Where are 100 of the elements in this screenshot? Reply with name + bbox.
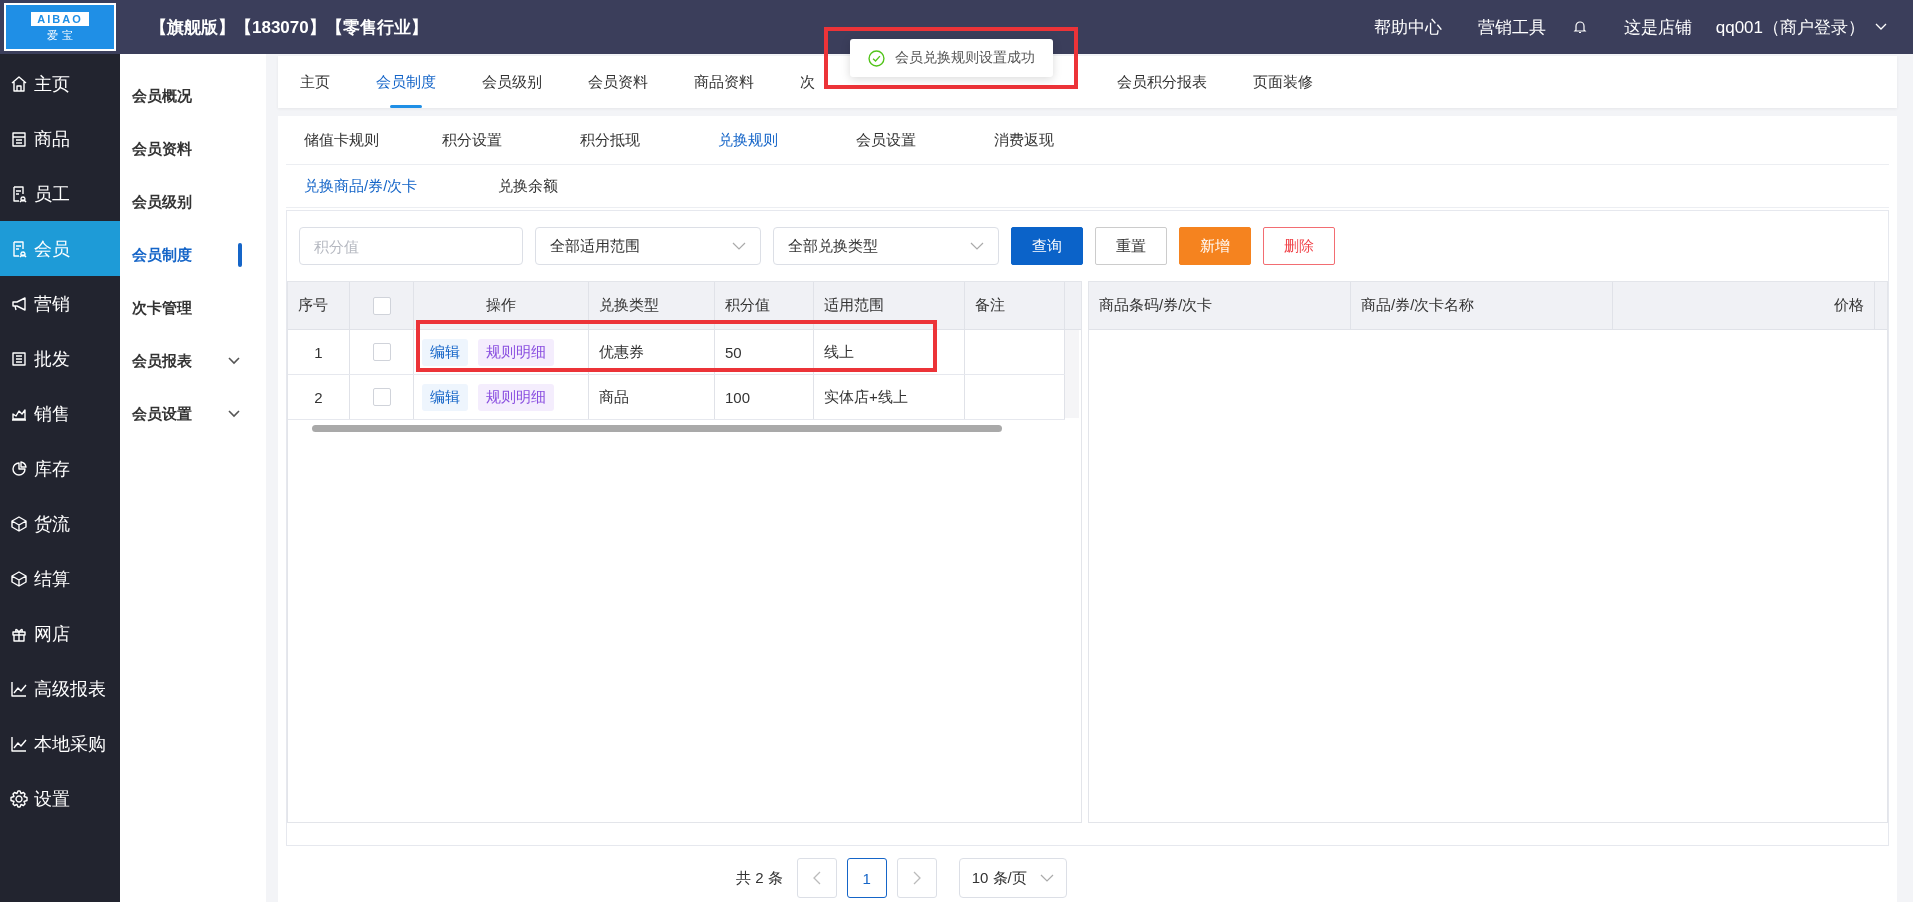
active-indicator xyxy=(238,243,242,267)
submenu-item[interactable]: 会员制度 xyxy=(132,246,192,265)
store-icon xyxy=(10,129,28,148)
previous-page-button[interactable] xyxy=(796,858,837,898)
tab[interactable]: 主页 xyxy=(300,56,330,108)
row-action-button[interactable]: 编辑 xyxy=(422,338,468,366)
tab[interactable]: 会员资料 xyxy=(588,56,648,108)
column-header: 商品条码/券/次卡 xyxy=(1089,282,1351,329)
column-header: 兑换类型 xyxy=(589,282,715,329)
page-button[interactable]: 1 xyxy=(846,858,887,898)
chevron-icon[interactable] xyxy=(228,410,240,418)
chevron-left-icon xyxy=(812,871,821,885)
chevron-icon xyxy=(732,242,746,250)
tab[interactable]: 商品资料 xyxy=(694,56,754,108)
column-header: 操作 xyxy=(414,282,589,329)
sub-tab[interactable]: 储值卡规则 xyxy=(304,130,442,150)
table-cell: 实体店+线上 xyxy=(814,375,965,419)
chevron-icon xyxy=(970,242,984,250)
user-menu[interactable]: qq001（商户登录） xyxy=(1715,15,1865,39)
chevron-icon xyxy=(1039,874,1054,882)
cube-icon xyxy=(10,569,28,588)
checkbox[interactable] xyxy=(372,388,391,406)
table-cell: 商品 xyxy=(589,375,715,419)
tab[interactable]: 会员级别 xyxy=(482,56,542,108)
store-link[interactable]: 这是店铺 xyxy=(1623,15,1692,39)
column-header: 适用范围 xyxy=(814,282,965,329)
vertical-scrollbar[interactable] xyxy=(1065,330,1079,418)
points-field[interactable]: 积分值 xyxy=(299,227,523,265)
column-header: 备注 xyxy=(965,282,1065,329)
id-card-icon xyxy=(10,239,28,258)
sidebar-item[interactable]: 本地采购 xyxy=(0,716,120,771)
tab[interactable]: 次 xyxy=(800,56,815,108)
cube-icon xyxy=(10,514,28,533)
action-button[interactable]: 查询 xyxy=(1011,227,1083,265)
header-link[interactable]: 帮助中心 xyxy=(1373,15,1442,39)
settings-icon xyxy=(10,789,28,808)
sub-tab[interactable]: 积分抵现 xyxy=(580,130,718,150)
sub-tab[interactable]: 兑换余额 xyxy=(498,176,692,196)
submenu-item[interactable]: 会员概况 xyxy=(132,87,192,106)
column-header: 序号 xyxy=(288,282,350,329)
id-card-icon xyxy=(10,184,28,203)
row-action-button[interactable]: 编辑 xyxy=(422,383,468,411)
caret-icon[interactable] xyxy=(1875,23,1887,31)
sidebar-item[interactable]: 高级报表 xyxy=(0,661,120,716)
submenu-item[interactable]: 次卡管理 xyxy=(132,299,192,318)
type-select[interactable]: 全部兑换类型 xyxy=(773,227,999,265)
check-circle-icon xyxy=(867,49,885,67)
column-header: 价格 xyxy=(1613,282,1875,329)
next-page-button[interactable] xyxy=(896,858,937,898)
checkbox[interactable] xyxy=(372,296,391,315)
sub-tab[interactable]: 兑换商品/券/次卡 xyxy=(304,176,498,196)
sidebar-item[interactable]: 主页 xyxy=(0,56,120,111)
sub-tab[interactable]: 消费返现 xyxy=(994,130,1132,150)
toast-message: 会员兑换规则设置成功 xyxy=(894,49,1035,67)
sub-tab[interactable]: 会员设置 xyxy=(856,130,994,150)
table-cell: 优惠券 xyxy=(589,330,715,374)
bell-icon[interactable] xyxy=(1571,19,1588,35)
submenu-item[interactable]: 会员报表 xyxy=(132,352,192,371)
sidebar-item[interactable]: 营销 xyxy=(0,276,120,331)
sub-tab[interactable]: 积分设置 xyxy=(442,130,580,150)
table-cell: 100 xyxy=(715,375,814,419)
submenu-item[interactable]: 会员设置 xyxy=(132,405,192,424)
edition-title: 【旗舰版】【183070】【零售行业】 xyxy=(150,16,428,39)
table-cell: 1 xyxy=(288,330,350,374)
table-cell: 2 xyxy=(288,375,350,419)
sidebar-item[interactable]: 设置 xyxy=(0,771,120,826)
chevron-right-icon xyxy=(912,871,921,885)
tab[interactable]: 页面装修 xyxy=(1253,56,1313,108)
sidebar-item[interactable]: 网店 xyxy=(0,606,120,661)
megaphone-icon xyxy=(10,294,28,313)
header-link[interactable]: 营销工具 xyxy=(1477,15,1546,39)
column-header: 商品/券/次卡名称 xyxy=(1351,282,1613,329)
action-button[interactable]: 删除 xyxy=(1263,227,1335,265)
tab[interactable]: 会员积分报表 xyxy=(1117,56,1207,108)
submenu-item[interactable]: 会员级别 xyxy=(132,193,192,212)
sidebar-item[interactable]: 货流 xyxy=(0,496,120,551)
line-chart-icon xyxy=(10,734,28,753)
page-size-select[interactable]: 10 条/页 xyxy=(958,858,1067,898)
sidebar-item[interactable]: 批发 xyxy=(0,331,120,386)
sidebar-item[interactable]: 销售 xyxy=(0,386,120,441)
table-cell: 50 xyxy=(715,330,814,374)
table-cell: 线上 xyxy=(814,330,965,374)
sidebar-item[interactable]: 商品 xyxy=(0,111,120,166)
row-action-button[interactable]: 规则明细 xyxy=(478,338,554,366)
sidebar-item[interactable]: 结算 xyxy=(0,551,120,606)
list-icon xyxy=(10,349,28,368)
column-header: 积分值 xyxy=(715,282,814,329)
checkbox[interactable] xyxy=(372,343,391,361)
tab[interactable]: 会员制度 xyxy=(376,56,436,108)
total-count: 共 2 条 xyxy=(736,868,783,888)
row-action-button[interactable]: 规则明细 xyxy=(478,383,554,411)
line-chart-icon xyxy=(10,679,28,698)
logo-text: 爱 宝 xyxy=(47,28,73,42)
sub-tab[interactable]: 兑换规则 xyxy=(718,130,856,150)
sidebar-item[interactable]: 库存 xyxy=(0,441,120,496)
sidebar-item[interactable]: 员工 xyxy=(0,166,120,221)
submenu-item[interactable]: 会员资料 xyxy=(132,140,192,159)
scope-select[interactable]: 全部适用范围 xyxy=(535,227,761,265)
action-button[interactable]: 重置 xyxy=(1095,227,1167,265)
chevron-icon[interactable] xyxy=(228,357,240,365)
